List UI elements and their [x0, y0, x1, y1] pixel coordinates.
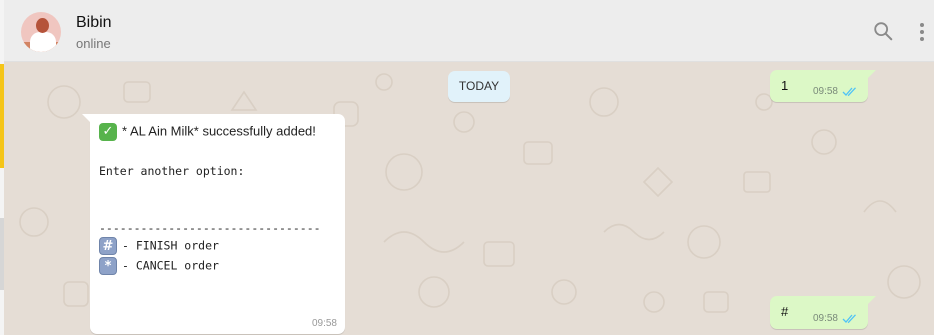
divider-text: --------------------------------	[99, 221, 321, 235]
avatar[interactable]	[21, 12, 61, 52]
outgoing-message[interactable]: 1 09:58	[770, 70, 876, 102]
bubble-tail	[82, 114, 90, 122]
message-line-cancel: * - CANCEL order	[99, 257, 219, 275]
read-receipt-icon	[842, 313, 856, 323]
bubble-tail	[868, 70, 876, 78]
cancel-text: - CANCEL order	[122, 258, 219, 273]
avatar-head	[36, 18, 49, 33]
finish-text: - FINISH order	[122, 238, 219, 253]
check-mark-button-icon: ✓	[99, 123, 117, 141]
message-meta: 09:58	[813, 86, 858, 97]
message-time: 09:58	[812, 86, 838, 97]
contact-status: online	[76, 36, 111, 51]
message-time: 09:58	[311, 318, 337, 329]
keycap-hash-icon: #	[99, 237, 117, 255]
prompt-text: Enter another option:	[99, 164, 245, 178]
date-divider: TODAY	[448, 71, 510, 102]
incoming-message[interactable]: ✓ * AL Ain Milk* successfully added! Ente…	[82, 114, 345, 334]
search-icon[interactable]	[872, 20, 894, 42]
message-line-added: ✓ * AL Ain Milk* successfully added!	[99, 123, 316, 141]
contact-name[interactable]: Bibin	[76, 14, 112, 32]
read-receipt-icon	[842, 86, 856, 96]
keycap-asterisk-icon: *	[99, 257, 117, 275]
chat-header: Bibin online	[4, 0, 934, 62]
message-text: 1	[781, 78, 789, 93]
chat-pane[interactable]: TODAY 1 09:58 ✓ * AL Ain Milk* successful…	[4, 62, 934, 335]
message-text: #	[781, 304, 789, 319]
added-text: * AL Ain Milk* successfully added!	[122, 123, 316, 139]
message-time: 09:58	[812, 313, 838, 324]
more-vertical-icon[interactable]	[918, 21, 926, 43]
bubble-tail	[868, 296, 876, 304]
avatar-person	[30, 32, 56, 52]
message-meta: 09:58	[813, 313, 858, 324]
message-line-finish: # - FINISH order	[99, 237, 219, 255]
outgoing-message[interactable]: # 09:58	[770, 296, 876, 329]
